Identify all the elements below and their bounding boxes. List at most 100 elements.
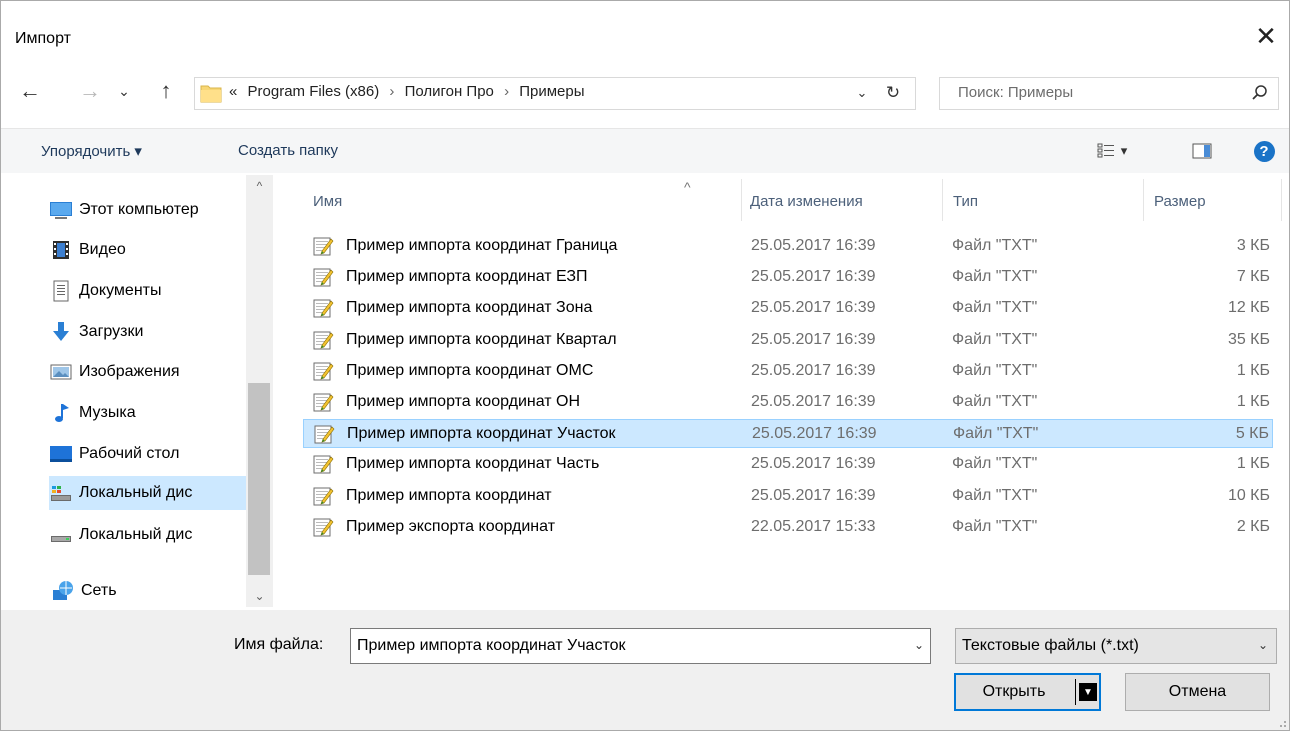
column-divider[interactable] — [942, 179, 943, 221]
column-header-size[interactable]: Размер — [1154, 193, 1206, 210]
filename-value[interactable]: Пример импорта координат Участок — [357, 637, 626, 655]
documents-icon — [53, 280, 69, 302]
close-icon: ✕ — [1255, 20, 1277, 51]
navigation-pane: Этот компьютер Видео Документы Загрузки — [1, 173, 274, 610]
file-row[interactable]: Пример импорта координат ОН 25.05.2017 16… — [303, 388, 1273, 417]
address-history-button[interactable]: ⌄ — [851, 80, 873, 106]
address-bar[interactable]: « Program Files (x86) › Полигон Про › Пр… — [194, 77, 916, 110]
text-file-icon — [313, 237, 334, 256]
sidebar-item-label: Документы — [79, 282, 162, 299]
new-folder-button[interactable]: Создать папку — [238, 142, 338, 159]
file-name: Пример импорта координат ОМС — [346, 362, 594, 379]
music-icon — [55, 404, 69, 422]
column-divider[interactable] — [1281, 179, 1282, 221]
column-divider[interactable] — [1143, 179, 1144, 221]
sidebar-item-music[interactable]: Музыка — [49, 398, 136, 428]
file-size: 35 КБ — [1227, 331, 1270, 348]
file-row[interactable]: Пример импорта координат ЕЗП 25.05.2017 1… — [303, 263, 1273, 292]
resize-grip-icon[interactable] — [1275, 716, 1287, 728]
file-type: Файл "TXT" — [953, 425, 1039, 442]
file-type: Файл "TXT" — [952, 518, 1038, 535]
file-row[interactable]: Пример импорта координат Участок 25.05.20… — [303, 419, 1273, 448]
file-row[interactable]: Пример импорта координат 25.05.2017 16:39… — [303, 482, 1273, 511]
file-name: Пример импорта координат Часть — [346, 455, 600, 472]
computer-icon — [50, 202, 72, 219]
sidebar-item-this-pc[interactable]: Этот компьютер — [49, 195, 199, 225]
open-button[interactable]: Открыть — [956, 675, 1072, 709]
filetype-select[interactable]: Текстовые файлы (*.txt) ⌄ — [955, 628, 1277, 664]
sidebar-item-downloads[interactable]: Загрузки — [49, 317, 143, 347]
video-icon — [53, 241, 69, 259]
file-type: Файл "TXT" — [952, 362, 1038, 379]
file-size: 1 КБ — [1236, 393, 1270, 410]
file-row[interactable]: Пример импорта координат Граница 25.05.20… — [303, 232, 1273, 261]
chevron-down-icon: ▾ — [1120, 143, 1128, 158]
file-date: 25.05.2017 16:39 — [751, 487, 876, 504]
local-disk-icon — [51, 536, 71, 542]
column-header-name[interactable]: Имя — [313, 193, 342, 210]
breadcrumb-poligon-pro[interactable]: Полигон Про — [405, 83, 494, 100]
sidebar-item-desktop[interactable]: Рабочий стол — [49, 439, 179, 469]
filename-field[interactable]: Пример импорта координат Участок ⌄ — [350, 628, 931, 664]
forward-button[interactable]: → — [75, 77, 105, 105]
sidebar-item-local-disk-c[interactable]: Локальный дис — [49, 476, 246, 510]
file-size: 2 КБ — [1236, 518, 1270, 535]
text-file-icon — [313, 331, 334, 350]
open-split-button[interactable]: Открыть ▼ — [954, 673, 1101, 711]
search-box[interactable]: Поиск: Примеры — [939, 77, 1279, 110]
breadcrumb-program-files[interactable]: Program Files (x86) — [248, 83, 380, 100]
details-view-icon — [1097, 143, 1114, 158]
local-disk-icon — [51, 486, 71, 501]
back-button[interactable]: ← — [15, 77, 45, 105]
file-name: Пример импорта координат Квартал — [346, 331, 617, 348]
sidebar-item-pictures[interactable]: Изображения — [49, 357, 180, 387]
refresh-button[interactable]: ↻ — [881, 80, 905, 106]
scroll-down-button[interactable]: ⌄ — [246, 585, 273, 607]
column-divider[interactable] — [741, 179, 742, 221]
network-icon — [53, 581, 73, 600]
breadcrumb-primery[interactable]: Примеры — [519, 83, 584, 100]
file-row[interactable]: Пример импорта координат ОМС 25.05.2017 1… — [303, 357, 1273, 386]
file-row[interactable]: Пример экспорта координат 22.05.2017 15:3… — [303, 513, 1273, 542]
scrollbar-thumb[interactable] — [248, 383, 270, 575]
text-file-icon — [313, 268, 334, 287]
file-size: 3 КБ — [1236, 237, 1270, 254]
sidebar-scrollbar[interactable]: ^ ⌄ — [246, 175, 273, 607]
sidebar-item-label: Загрузки — [79, 323, 144, 340]
change-view-button[interactable]: ▾ — [1091, 138, 1133, 164]
file-name: Пример импорта координат — [346, 487, 552, 504]
chevron-down-icon[interactable]: ⌄ — [914, 638, 924, 652]
chevron-down-icon: ⌄ — [254, 589, 265, 603]
file-row[interactable]: Пример импорта координат Зона 25.05.2017 … — [303, 294, 1273, 323]
preview-pane-button[interactable] — [1187, 138, 1217, 164]
column-header-type[interactable]: Тип — [953, 193, 978, 210]
file-date: 25.05.2017 16:39 — [751, 331, 876, 348]
file-type: Файл "TXT" — [952, 455, 1038, 472]
sidebar-item-local-disk-d[interactable]: Локальный дис — [49, 520, 192, 550]
up-button[interactable]: ↑ — [151, 77, 181, 105]
sidebar-item-video[interactable]: Видео — [49, 235, 126, 265]
text-file-icon — [314, 425, 335, 444]
chevron-down-icon: ⌄ — [1257, 638, 1268, 652]
file-row[interactable]: Пример импорта координат Квартал 25.05.20… — [303, 326, 1273, 355]
breadcrumb-overflow[interactable]: « — [229, 83, 237, 100]
breadcrumb: « Program Files (x86) › Полигон Про › Пр… — [229, 83, 591, 100]
cancel-button[interactable]: Отмена — [1125, 673, 1270, 711]
file-name: Пример экспорта координат — [346, 518, 556, 535]
sidebar-item-documents[interactable]: Документы — [49, 276, 161, 306]
scroll-up-button[interactable]: ^ — [246, 175, 273, 197]
sidebar-item-network[interactable]: Сеть — [51, 576, 117, 606]
file-date: 25.05.2017 16:39 — [751, 393, 876, 410]
column-header-date[interactable]: Дата изменения — [750, 193, 863, 210]
organize-button[interactable]: Упорядочить ▾ — [41, 142, 142, 160]
recent-locations-button[interactable]: ⌄ — [114, 77, 134, 105]
breadcrumb-separator[interactable]: › — [504, 83, 509, 100]
file-row[interactable]: Пример импорта координат Часть 25.05.2017… — [303, 450, 1273, 479]
open-options-button[interactable]: ▼ — [1079, 683, 1097, 701]
text-file-icon — [313, 455, 334, 474]
breadcrumb-separator[interactable]: › — [389, 83, 394, 100]
close-button[interactable]: ✕ — [1243, 17, 1289, 55]
filetype-value: Текстовые файлы (*.txt) — [962, 637, 1139, 654]
search-input[interactable]: Поиск: Примеры — [958, 84, 1073, 101]
help-button[interactable]: ? — [1251, 138, 1277, 164]
